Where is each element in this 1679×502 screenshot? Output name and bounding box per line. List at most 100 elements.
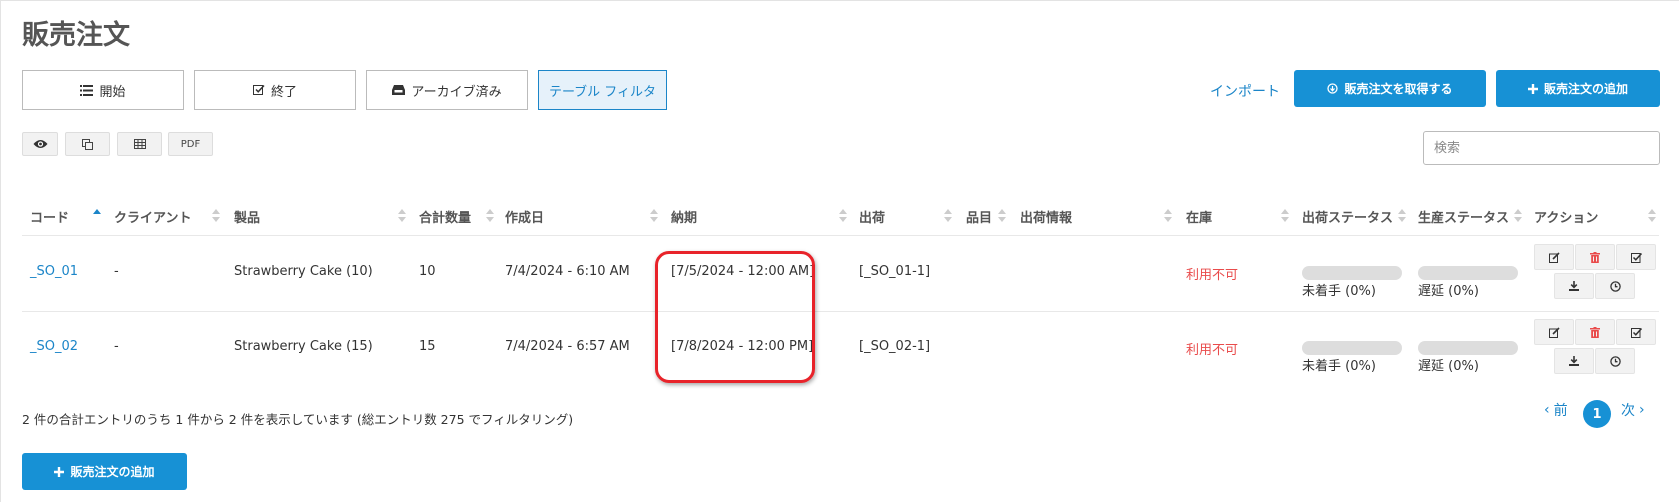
sort-ascending-icon[interactable] bbox=[93, 209, 101, 223]
add-sales-order-label: 販売注文の追加 bbox=[1543, 82, 1628, 96]
sort-icon[interactable] bbox=[1164, 209, 1172, 223]
qty-cell: 10 bbox=[419, 264, 436, 279]
product-cell: Strawberry Cake (10) bbox=[234, 264, 373, 279]
complete-button[interactable] bbox=[1616, 319, 1656, 345]
row-divider bbox=[22, 311, 1659, 312]
production-status-text: 遅延 (0%) bbox=[1418, 359, 1479, 374]
check-square-icon bbox=[252, 84, 265, 96]
page-title: 販売注文 bbox=[22, 20, 130, 51]
header-divider bbox=[22, 235, 1659, 236]
tab-archived-label: アーカイブ済み bbox=[411, 84, 502, 100]
download-button[interactable] bbox=[1554, 273, 1594, 299]
import-link[interactable]: インポート bbox=[1210, 81, 1280, 101]
search-input[interactable] bbox=[1423, 131, 1660, 165]
download-button[interactable] bbox=[1554, 348, 1594, 374]
qty-cell: 15 bbox=[419, 339, 436, 354]
prev-label: 前 bbox=[1553, 403, 1568, 419]
sort-icon[interactable] bbox=[1648, 209, 1656, 223]
delete-button[interactable] bbox=[1575, 244, 1615, 270]
tab-closed[interactable]: 終了 bbox=[194, 70, 356, 110]
col-header-product[interactable]: 製品 bbox=[234, 207, 260, 226]
tab-table-filter[interactable]: テーブル フィルタ bbox=[538, 70, 667, 110]
sort-icon[interactable] bbox=[398, 209, 406, 223]
delete-button[interactable] bbox=[1575, 319, 1615, 345]
chevron-left-icon: ‹ bbox=[1544, 402, 1550, 418]
col-header-production-status[interactable]: 生産ステータス bbox=[1418, 207, 1509, 226]
copy-button[interactable] bbox=[65, 132, 110, 156]
col-header-client[interactable]: クライアント bbox=[114, 207, 191, 226]
excel-export-button[interactable] bbox=[117, 132, 162, 156]
stock-cell: 利用不可 bbox=[1186, 343, 1239, 358]
clock-icon bbox=[1609, 355, 1621, 367]
sort-icon[interactable] bbox=[1281, 209, 1289, 223]
history-button[interactable] bbox=[1595, 348, 1635, 374]
sort-icon[interactable] bbox=[486, 209, 494, 223]
pdf-label: PDF bbox=[180, 138, 201, 150]
col-header-code[interactable]: コード bbox=[30, 207, 69, 226]
edit-icon bbox=[1548, 326, 1560, 338]
stock-cell: 利用不可 bbox=[1186, 268, 1239, 283]
pagination-next[interactable]: 次 › bbox=[1621, 400, 1645, 420]
delivery-highlight-annotation bbox=[655, 251, 815, 383]
row-actions bbox=[1534, 319, 1660, 381]
col-header-stock[interactable]: 在庫 bbox=[1186, 207, 1212, 226]
production-status-text: 遅延 (0%) bbox=[1418, 284, 1479, 299]
copy-icon bbox=[82, 138, 93, 150]
shipping-progress-bar bbox=[1302, 266, 1402, 280]
production-progress-bar bbox=[1418, 266, 1518, 280]
edit-button[interactable] bbox=[1534, 319, 1574, 345]
col-header-total-qty[interactable]: 合計数量 bbox=[419, 207, 471, 226]
table-info: 2 件の合計エントリのうち 1 件から 2 件を表示しています (総エントリ数 … bbox=[22, 412, 574, 427]
sort-icon[interactable] bbox=[1514, 209, 1522, 223]
shipping-progress-bar bbox=[1302, 341, 1402, 355]
list-icon bbox=[80, 84, 94, 96]
col-header-delivery[interactable]: 納期 bbox=[671, 207, 697, 226]
production-progress-bar bbox=[1418, 341, 1518, 355]
col-header-created[interactable]: 作成日 bbox=[505, 207, 544, 226]
client-cell: - bbox=[114, 339, 119, 354]
add-sales-order-bottom-button[interactable]: 販売注文の追加 bbox=[22, 453, 187, 490]
pagination-current-page[interactable]: 1 bbox=[1583, 400, 1611, 428]
left-border bbox=[0, 1, 1, 502]
col-header-shipping-info[interactable]: 出荷情報 bbox=[1020, 207, 1072, 226]
tab-archived[interactable]: アーカイブ済み bbox=[366, 70, 528, 110]
next-label: 次 bbox=[1621, 403, 1635, 419]
pdf-export-button[interactable]: PDF bbox=[168, 132, 213, 156]
history-button[interactable] bbox=[1595, 273, 1635, 299]
pagination-prev[interactable]: ‹ 前 bbox=[1544, 400, 1568, 420]
fetch-sales-orders-button[interactable]: 販売注文を取得する bbox=[1294, 70, 1486, 107]
tab-open[interactable]: 開始 bbox=[22, 70, 184, 110]
sort-icon[interactable] bbox=[1398, 209, 1406, 223]
order-code-link[interactable]: _SO_02 bbox=[30, 339, 78, 354]
shipping-status-text: 未着手 (0%) bbox=[1302, 284, 1376, 299]
client-cell: - bbox=[114, 264, 119, 279]
inbox-icon bbox=[392, 85, 406, 95]
check-square-icon bbox=[1630, 327, 1642, 338]
order-code-link[interactable]: _SO_01 bbox=[30, 264, 78, 279]
sort-icon[interactable] bbox=[650, 209, 658, 223]
sort-icon[interactable] bbox=[212, 209, 220, 223]
shipping-status-text: 未着手 (0%) bbox=[1302, 359, 1376, 374]
tab-closed-label: 終了 bbox=[270, 84, 297, 100]
download-icon bbox=[1569, 281, 1579, 291]
col-header-items[interactable]: 品目 bbox=[966, 207, 992, 226]
col-header-shipment[interactable]: 出荷 bbox=[859, 207, 885, 226]
arrow-circle-icon bbox=[1327, 83, 1339, 94]
sort-icon[interactable] bbox=[998, 209, 1006, 223]
download-icon bbox=[1569, 356, 1579, 366]
plus-icon bbox=[54, 466, 65, 477]
table-icon bbox=[133, 139, 146, 149]
check-square-icon bbox=[1630, 252, 1642, 263]
sort-icon[interactable] bbox=[944, 209, 952, 223]
sort-icon[interactable] bbox=[839, 209, 847, 223]
shipment-cell: [_SO_02-1] bbox=[859, 339, 931, 354]
created-cell: 7/4/2024 - 6:10 AM bbox=[505, 264, 630, 279]
plus-icon bbox=[1527, 83, 1538, 94]
add-sales-order-bottom-label: 販売注文の追加 bbox=[70, 465, 155, 479]
complete-button[interactable] bbox=[1616, 244, 1656, 270]
col-header-shipping-status[interactable]: 出荷ステータス bbox=[1302, 207, 1393, 226]
edit-button[interactable] bbox=[1534, 244, 1574, 270]
clock-icon bbox=[1609, 280, 1621, 292]
add-sales-order-button[interactable]: 販売注文の追加 bbox=[1496, 70, 1660, 107]
column-visibility-button[interactable] bbox=[22, 132, 58, 156]
